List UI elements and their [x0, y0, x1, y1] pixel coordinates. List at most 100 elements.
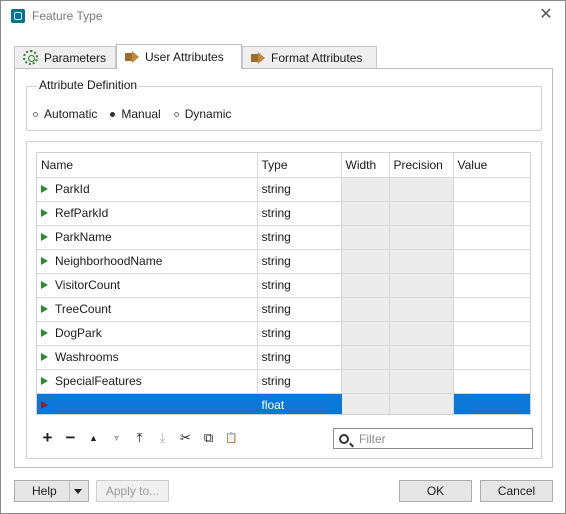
table-row[interactable]: RefParkId string — [37, 201, 530, 226]
search-icon — [339, 433, 349, 444]
chevron-down-icon[interactable] — [74, 489, 82, 494]
table-row[interactable]: Washrooms string — [37, 345, 530, 370]
apply-to-button[interactable]: Apply to... — [96, 480, 169, 502]
column-header-name[interactable]: Name — [37, 153, 258, 178]
filter-input[interactable] — [357, 430, 527, 447]
window-title: Feature Type — [32, 9, 103, 23]
close-icon[interactable]: ✕ — [537, 6, 555, 24]
cell-name-content: VisitorCount — [41, 278, 253, 292]
column-header-value[interactable]: Value — [453, 153, 530, 178]
table-row[interactable]: SpecialFeatures string — [37, 369, 530, 394]
table-row-selected[interactable]: float — [37, 393, 530, 414]
add-attribute-button[interactable]: + — [36, 427, 59, 449]
cell-name-content: NeighborhoodName — [41, 254, 253, 268]
cell-width — [341, 297, 390, 322]
cell-name[interactable]: DogPark — [37, 321, 258, 346]
cell-value[interactable] — [453, 201, 530, 226]
radio-automatic[interactable]: Automatic — [33, 107, 97, 121]
move-to-top-button[interactable]: ⤒ — [128, 427, 151, 449]
cell-value[interactable] — [453, 393, 530, 414]
cell-precision — [389, 201, 454, 226]
radio-dynamic[interactable]: Dynamic — [173, 107, 231, 121]
table-row[interactable]: TreeCount string — [37, 297, 530, 322]
tab-format-attributes[interactable]: Format Attributes — [242, 46, 377, 68]
attribute-name: ParkId — [55, 182, 90, 196]
cell-type[interactable]: string — [257, 273, 342, 298]
column-header-precision[interactable]: Precision — [389, 153, 454, 178]
help-button[interactable]: Help — [14, 480, 89, 502]
tab-user-attributes[interactable]: User Attributes — [116, 44, 242, 69]
move-to-bottom-button[interactable]: ⤓ — [151, 427, 174, 449]
remove-attribute-button[interactable]: − — [59, 427, 82, 449]
move-up-button[interactable]: ▲ — [82, 427, 105, 449]
cell-name[interactable] — [37, 393, 258, 414]
column-header-type[interactable]: Type — [257, 153, 342, 178]
column-header-width[interactable]: Width — [341, 153, 390, 178]
cell-type[interactable]: string — [257, 345, 342, 370]
attribute-name: VisitorCount — [55, 278, 121, 292]
cell-name-content: DogPark — [41, 326, 253, 340]
cell-precision — [389, 321, 454, 346]
radio-dynamic-indicator[interactable] — [173, 111, 179, 117]
cell-name[interactable]: SpecialFeatures — [37, 369, 258, 394]
cell-type[interactable]: string — [257, 177, 342, 202]
attribute-arrow-icon — [41, 329, 48, 337]
cell-value[interactable] — [453, 297, 530, 322]
ok-button[interactable]: OK — [399, 480, 472, 502]
table-row[interactable]: VisitorCount string — [37, 273, 530, 298]
cell-type[interactable]: string — [257, 321, 342, 346]
radio-manual[interactable]: Manual — [110, 107, 161, 121]
attribute-name: Washrooms — [55, 350, 119, 364]
cell-type[interactable]: string — [257, 297, 342, 322]
cell-name[interactable]: ParkId — [37, 177, 258, 202]
cut-button[interactable]: ✂ — [174, 427, 197, 449]
attribute-definition-group: Attribute Definition Automatic Manual Dy… — [26, 78, 542, 131]
cell-value[interactable] — [453, 369, 530, 394]
filter-box[interactable] — [333, 428, 533, 449]
radio-automatic-indicator[interactable] — [33, 111, 38, 117]
cell-type[interactable]: string — [257, 225, 342, 250]
cell-name[interactable]: ParkName — [37, 225, 258, 250]
cell-type[interactable]: string — [257, 201, 342, 226]
cell-value[interactable] — [453, 177, 530, 202]
cell-name-content: TreeCount — [41, 302, 253, 316]
attribute-arrow-icon — [41, 353, 48, 361]
cell-name[interactable]: TreeCount — [37, 297, 258, 322]
radio-automatic-label: Automatic — [44, 107, 98, 121]
attribute-toolbar: + − ▲ ▼ ⤒ ⤓ ✂ ⧉ 📋 — [36, 427, 243, 449]
format-attributes-icon — [251, 51, 265, 64]
cell-name[interactable]: Washrooms — [37, 345, 258, 370]
table-row[interactable]: ParkName string — [37, 225, 530, 250]
attribute-arrow-icon — [41, 233, 48, 241]
paste-button[interactable]: 📋 — [220, 427, 243, 449]
cell-value[interactable] — [453, 345, 530, 370]
table-row[interactable]: NeighborhoodName string — [37, 249, 530, 274]
cell-type[interactable]: string — [257, 249, 342, 274]
cell-value[interactable] — [453, 273, 530, 298]
move-down-button[interactable]: ▼ — [105, 427, 128, 449]
table-row[interactable]: DogPark string — [37, 321, 530, 346]
cell-type[interactable]: string — [257, 369, 342, 394]
radio-manual-indicator[interactable] — [110, 111, 116, 117]
table-row[interactable]: ParkId string — [37, 177, 530, 202]
cell-type[interactable]: float — [257, 393, 342, 414]
cell-precision — [389, 273, 454, 298]
cell-name[interactable]: RefParkId — [37, 201, 258, 226]
cell-name-content — [41, 401, 253, 409]
cancel-button[interactable]: Cancel — [480, 480, 553, 502]
attributes-table-box: Name Type Width Precision Value ParkId st… — [26, 141, 542, 459]
cell-width — [341, 201, 390, 226]
cell-value[interactable] — [453, 225, 530, 250]
cell-precision — [389, 393, 454, 414]
copy-button[interactable]: ⧉ — [197, 427, 220, 449]
attribute-definition-options: Automatic Manual Dynamic — [33, 107, 244, 121]
feature-type-dialog: Feature Type ✕ Parameters User Attribute… — [0, 0, 566, 514]
cell-name[interactable]: VisitorCount — [37, 273, 258, 298]
cell-value[interactable] — [453, 321, 530, 346]
tab-parameters[interactable]: Parameters — [14, 46, 116, 68]
radio-manual-label: Manual — [121, 107, 161, 121]
table-header-row: Name Type Width Precision Value — [37, 153, 530, 178]
cell-precision — [389, 345, 454, 370]
cell-name[interactable]: NeighborhoodName — [37, 249, 258, 274]
cell-value[interactable] — [453, 249, 530, 274]
